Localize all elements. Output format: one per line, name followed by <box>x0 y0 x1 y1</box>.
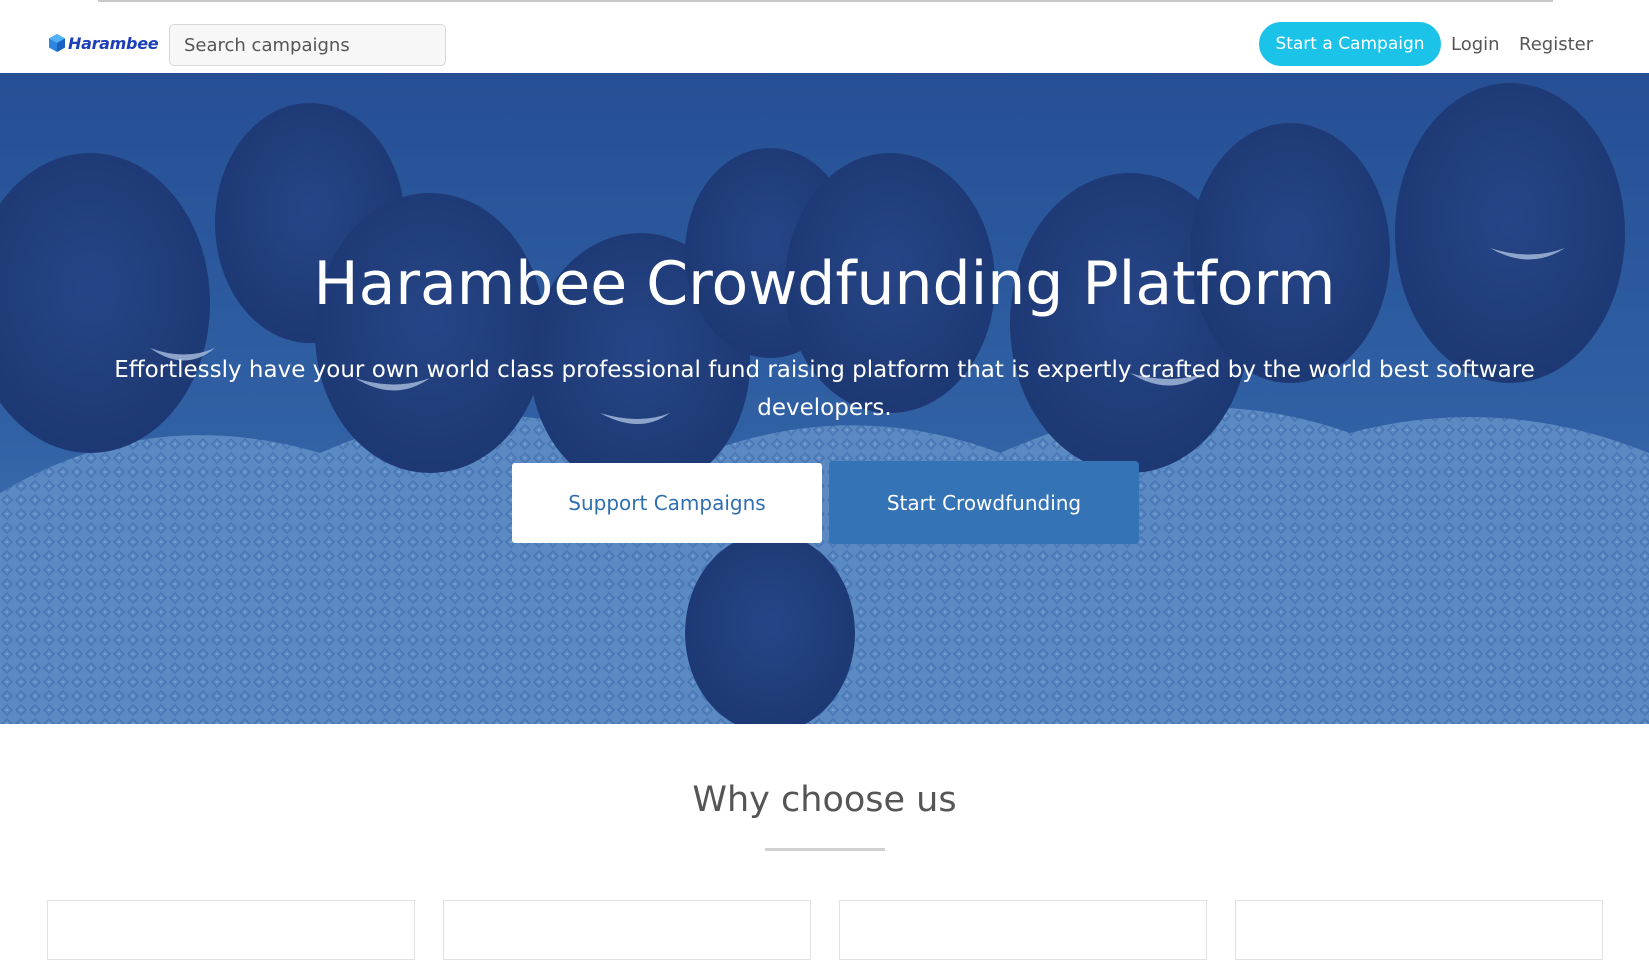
heading-underline <box>765 848 885 851</box>
brand-logo[interactable]: Harambee <box>48 30 159 56</box>
top-divider <box>98 0 1553 2</box>
register-link[interactable]: Register <box>1519 34 1593 55</box>
feature-card <box>47 900 415 960</box>
feature-card <box>1235 900 1603 960</box>
support-campaigns-button[interactable]: Support Campaigns <box>512 463 822 543</box>
start-campaign-button[interactable]: Start a Campaign <box>1259 22 1441 66</box>
feature-card <box>839 900 1207 960</box>
hero-title: Harambee Crowdfunding Platform <box>313 249 1336 319</box>
hero-subtitle: Effortlessly have your own world class p… <box>114 357 1535 421</box>
section-heading: Why choose us <box>692 780 957 820</box>
login-link[interactable]: Login <box>1451 34 1500 55</box>
hero-section: Harambee Crowdfunding Platform Effortles… <box>0 73 1649 724</box>
feature-card <box>443 900 811 960</box>
start-crowdfunding-button[interactable]: Start Crowdfunding <box>829 461 1139 544</box>
search-input[interactable] <box>169 24 446 66</box>
navbar: Harambee Start a Campaign Login Register <box>0 6 1649 73</box>
brand-name: Harambee <box>68 33 159 53</box>
cube-logo-icon <box>49 34 65 52</box>
